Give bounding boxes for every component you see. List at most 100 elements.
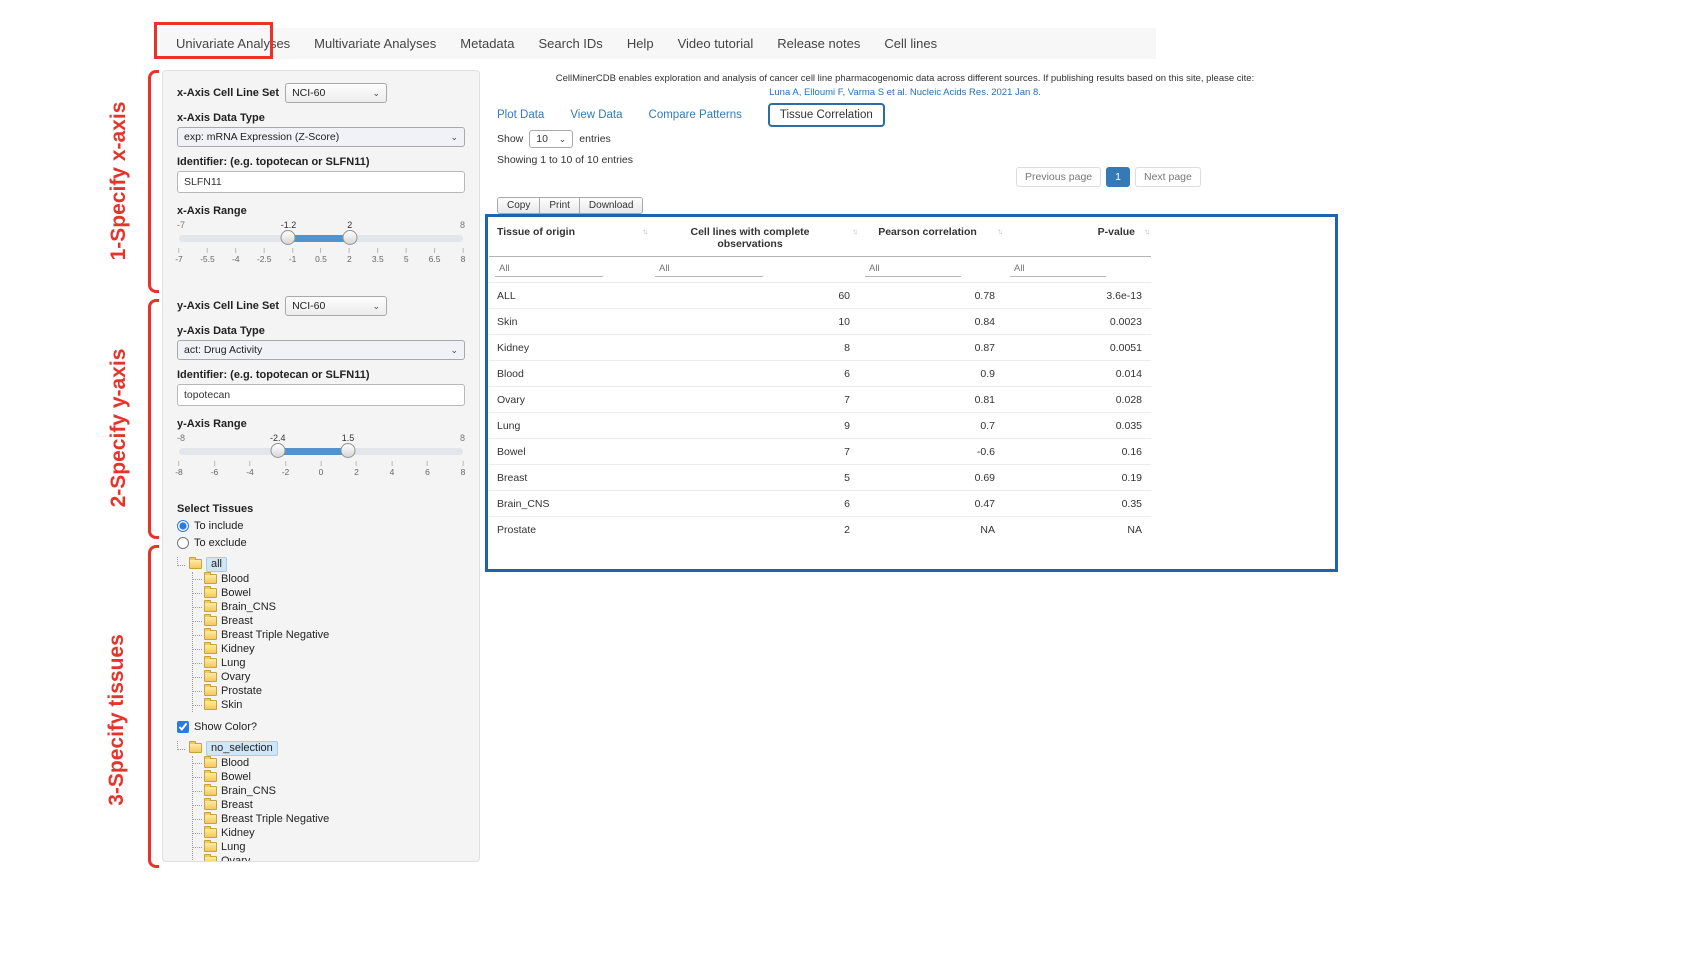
tree-item-kidney[interactable]: Kidney	[193, 642, 465, 656]
next-page-button[interactable]: Next page	[1135, 167, 1201, 187]
x-cell-line-set-label: x-Axis Cell Line Set	[177, 87, 279, 99]
x-slider-max: 8	[460, 220, 465, 230]
tab-compare-patterns[interactable]: Compare Patterns	[649, 109, 742, 121]
table-row[interactable]: Bowel 7 -0.6 0.16	[489, 438, 1151, 464]
filter-p-value-input[interactable]	[1010, 261, 1106, 277]
sort-icon[interactable]: ↑↓	[642, 227, 646, 236]
citation-link[interactable]: Luna A, Elloumi F, Varma S et al. Nuclei…	[470, 86, 1340, 100]
tree-item-label: Breast	[221, 799, 253, 811]
x-data-type-value: exp: mRNA Expression (Z-Score)	[184, 131, 339, 143]
x-cell-line-set-value: NCI-60	[292, 87, 325, 99]
annotation-step2-label: 2-Specify y-axis	[107, 349, 131, 508]
col-header-p-value[interactable]: P-value ↑↓	[1004, 219, 1151, 256]
tree-item-kidney[interactable]: Kidney	[193, 826, 465, 840]
cell-p-value: 0.0051	[1004, 335, 1151, 360]
filter-pearson-input[interactable]	[865, 261, 961, 277]
x-slider-handle-to[interactable]	[342, 230, 357, 245]
cell-p-value: NA	[1004, 517, 1151, 542]
radio-to-include[interactable]: To include	[177, 520, 465, 532]
table-row[interactable]: ALL 60 0.78 3.6e-13	[489, 282, 1151, 308]
entries-select[interactable]: 10 ⌄	[529, 130, 573, 148]
tab-plot-data[interactable]: Plot Data	[497, 109, 544, 121]
x-cell-line-set-select[interactable]: NCI-60 ⌄	[285, 83, 387, 103]
tree-item-blood[interactable]: Blood	[193, 572, 465, 586]
x-slider-from-value: -1.2	[281, 220, 297, 230]
tree-item-label: Ovary	[221, 671, 250, 683]
cell-p-value: 0.028	[1004, 387, 1151, 412]
sort-icon[interactable]: ↑↓	[997, 227, 1001, 236]
table-row[interactable]: Lung 9 0.7 0.035	[489, 412, 1151, 438]
to-exclude-radio[interactable]	[177, 537, 189, 549]
table-row[interactable]: Prostate 2 NA NA	[489, 516, 1151, 542]
tree-item-lung[interactable]: Lung	[193, 656, 465, 670]
col-header-cell-lines[interactable]: Cell lines with complete observations ↑↓	[649, 219, 859, 256]
to-include-radio[interactable]	[177, 520, 189, 532]
nav-cell-lines[interactable]: Cell lines	[884, 36, 937, 51]
sort-icon[interactable]: ↑↓	[1144, 227, 1148, 236]
tree-item-ovary[interactable]: Ovary	[193, 670, 465, 684]
tree-item-skin[interactable]: Skin	[193, 698, 465, 712]
tree-item-breast-triple-negative[interactable]: Breast Triple Negative	[193, 812, 465, 826]
nav-multivariate-analyses[interactable]: Multivariate Analyses	[314, 36, 436, 51]
tree-item-ovary[interactable]: Ovary	[193, 854, 465, 862]
nav-help[interactable]: Help	[627, 36, 654, 51]
table-export-buttons: Copy Print Download	[497, 197, 642, 214]
table-row[interactable]: Breast 5 0.69 0.19	[489, 464, 1151, 490]
nav-video-tutorial[interactable]: Video tutorial	[678, 36, 754, 51]
sort-icon[interactable]: ↑↓	[852, 227, 856, 236]
page-1-button[interactable]: 1	[1106, 167, 1130, 187]
x-range-slider[interactable]: -7 8 -1.2 2 -7 -5.5 -4 -2.5 -1 0.5 2 3.5…	[177, 220, 465, 274]
x-slider-handle-from[interactable]	[281, 230, 296, 245]
y-slider-handle-to[interactable]	[341, 443, 356, 458]
show-label: Show	[497, 133, 523, 145]
tree-root-all[interactable]: all	[177, 556, 465, 572]
tree-item-prostate[interactable]: Prostate	[193, 684, 465, 698]
y-data-type-select[interactable]: act: Drug Activity ⌄	[177, 340, 465, 360]
col-header-tissue-of-origin[interactable]: Tissue of origin ↑↓	[489, 219, 649, 256]
download-button[interactable]: Download	[579, 197, 643, 214]
table-row[interactable]: Brain_CNS 6 0.47 0.35	[489, 490, 1151, 516]
table-row[interactable]: Blood 6 0.9 0.014	[489, 360, 1151, 386]
tree-item-bowel[interactable]: Bowel	[193, 770, 465, 784]
filter-cell-lines-input[interactable]	[655, 261, 763, 277]
copy-button[interactable]: Copy	[497, 197, 540, 214]
tree-item-blood[interactable]: Blood	[193, 756, 465, 770]
tab-tissue-correlation[interactable]: Tissue Correlation	[768, 103, 885, 127]
pagination: Previous page 1 Next page	[1016, 167, 1201, 187]
x-identifier-input[interactable]	[177, 171, 465, 193]
show-color-checkbox[interactable]	[177, 721, 189, 733]
table-row[interactable]: Skin 10 0.84 0.0023	[489, 308, 1151, 334]
tree-item-lung[interactable]: Lung	[193, 840, 465, 854]
tick-label: -2	[282, 461, 290, 477]
tree-item-breast[interactable]: Breast	[193, 614, 465, 628]
tab-view-data[interactable]: View Data	[570, 109, 622, 121]
tree-root-no-selection[interactable]: no_selection	[177, 740, 465, 756]
print-button[interactable]: Print	[539, 197, 580, 214]
nav-release-notes[interactable]: Release notes	[777, 36, 860, 51]
table-row[interactable]: Ovary 7 0.81 0.028	[489, 386, 1151, 412]
folder-icon	[204, 672, 217, 682]
y-slider-to-value: 1.5	[342, 433, 355, 443]
tree-item-brain-cns[interactable]: Brain_CNS	[193, 784, 465, 798]
col-header-pearson-correlation[interactable]: Pearson correlation ↑↓	[859, 219, 1004, 256]
filter-tissue-input[interactable]	[495, 261, 603, 277]
y-range-slider[interactable]: -8 8 -2.4 1.5 -8 -6 -4 -2 0 2 4 6 8	[177, 433, 465, 487]
tree-item-breast[interactable]: Breast	[193, 798, 465, 812]
y-slider-handle-from[interactable]	[270, 443, 285, 458]
folder-icon	[189, 743, 202, 753]
tree-item-breast-triple-negative[interactable]: Breast Triple Negative	[193, 628, 465, 642]
tree-item-bowel[interactable]: Bowel	[193, 586, 465, 600]
show-color-row[interactable]: Show Color?	[177, 721, 465, 733]
nav-univariate-analyses[interactable]: Univariate Analyses	[176, 36, 290, 51]
table-row[interactable]: Kidney 8 0.87 0.0051	[489, 334, 1151, 360]
y-identifier-input[interactable]	[177, 384, 465, 406]
previous-page-button[interactable]: Previous page	[1016, 167, 1101, 187]
nav-metadata[interactable]: Metadata	[460, 36, 514, 51]
nav-search-ids[interactable]: Search IDs	[539, 36, 603, 51]
tree-item-label: Bowel	[221, 771, 251, 783]
y-cell-line-set-select[interactable]: NCI-60 ⌄	[285, 296, 387, 316]
x-data-type-select[interactable]: exp: mRNA Expression (Z-Score) ⌄	[177, 127, 465, 147]
tree-item-brain-cns[interactable]: Brain_CNS	[193, 600, 465, 614]
radio-to-exclude[interactable]: To exclude	[177, 537, 465, 549]
result-tabs: Plot Data View Data Compare Patterns Tis…	[497, 102, 885, 128]
